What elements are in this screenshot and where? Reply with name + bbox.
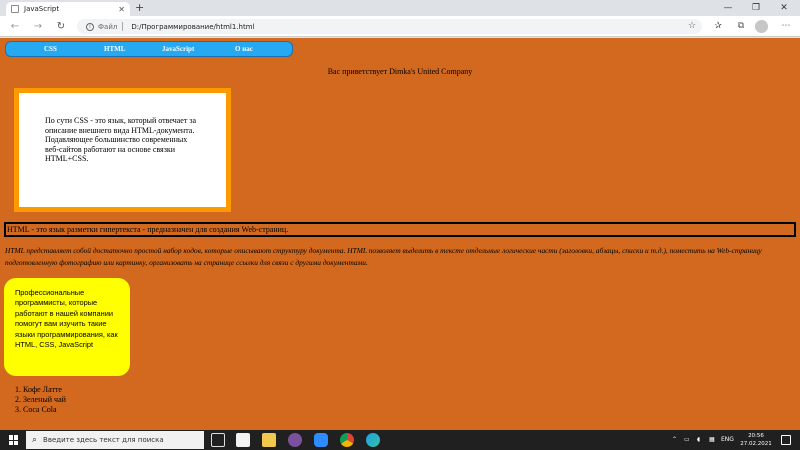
network-icon[interactable]: ▭ xyxy=(684,432,690,448)
edge-icon[interactable] xyxy=(366,433,380,447)
info-icon[interactable]: i xyxy=(86,22,94,31)
programmers-box: Профессиональные программисты, которые р… xyxy=(4,278,130,376)
language-indicator[interactable]: ENG xyxy=(721,432,734,448)
web-page: CSS HTML JavaScript О нас Вас приветству… xyxy=(0,38,800,430)
search-icon: ⌕ xyxy=(32,435,38,445)
favorites-icon[interactable]: ✰ xyxy=(711,20,725,33)
tab-close-icon[interactable]: ✕ xyxy=(118,5,125,14)
maximize-button[interactable]: ❐ xyxy=(744,1,768,15)
clock-date: 27.02.2021 xyxy=(740,441,772,447)
menu-item-css[interactable]: CSS xyxy=(44,42,57,56)
scheme-label: Файл xyxy=(98,22,118,31)
taskbar-search-input[interactable]: ⌕ Введите здесь текст для поиска xyxy=(26,431,204,449)
forward-button[interactable]: → xyxy=(31,20,45,33)
menu-item-about[interactable]: О нас xyxy=(235,42,253,56)
collections-icon[interactable]: ⧉ xyxy=(734,20,748,33)
css-info-box: По сути CSS - это язык, который отвечает… xyxy=(14,88,231,212)
taskbar: ⌕ Введите здесь текст для поиска ⌃ ▭ ◖ ▦… xyxy=(0,430,800,450)
url-text[interactable]: D:/Программирование/html1.html xyxy=(131,23,254,31)
list-item: 3. Coca Cola xyxy=(15,405,57,414)
list-item: 1. Кофе Латте xyxy=(15,385,62,394)
page-icon xyxy=(11,5,19,13)
drinks-list: 1. Кофе Латте 2. Зеленый чай 3. Coca Col… xyxy=(0,385,66,415)
list-item: 2. Зеленый чай xyxy=(15,395,66,404)
keyboard-icon[interactable]: ▦ xyxy=(709,432,715,448)
windows-start-icon[interactable] xyxy=(9,435,19,445)
volume-icon[interactable]: ◖ xyxy=(697,432,700,448)
tab-title: JavaScript xyxy=(24,5,60,13)
store-icon[interactable] xyxy=(236,433,250,447)
profile-icon[interactable] xyxy=(755,20,768,33)
viber-icon[interactable] xyxy=(288,433,302,447)
chrome-icon[interactable] xyxy=(340,433,354,447)
browser-toolbar: ← → ↻ i Файл D:/Программирование/html1.h… xyxy=(0,16,800,37)
explorer-icon[interactable] xyxy=(262,433,276,447)
favorite-add-icon[interactable]: ☆ xyxy=(685,20,699,33)
task-view-icon[interactable] xyxy=(211,433,225,447)
reload-button[interactable]: ↻ xyxy=(54,20,68,33)
html-description: HTML представляет собой достаточно прост… xyxy=(5,246,762,267)
zoom-icon[interactable] xyxy=(314,433,328,447)
close-window-button[interactable]: ✕ xyxy=(772,1,796,15)
tab-javascript[interactable]: JavaScript ✕ xyxy=(6,2,130,16)
search-placeholder: Введите здесь текст для поиска xyxy=(43,436,164,444)
new-tab-button[interactable]: + xyxy=(135,2,144,14)
divider xyxy=(122,22,124,31)
more-icon[interactable]: ⋯ xyxy=(779,20,793,33)
back-button[interactable]: ← xyxy=(8,20,22,33)
clock-time: 20:56 xyxy=(748,433,764,439)
menu-item-javascript[interactable]: JavaScript xyxy=(162,42,194,56)
menu-item-html[interactable]: HTML xyxy=(104,42,125,56)
tab-strip: JavaScript ✕ + — ❐ ✕ xyxy=(0,0,800,16)
tray-chevron-icon[interactable]: ⌃ xyxy=(672,432,677,448)
clock[interactable]: 20:56 27.02.2021 xyxy=(740,432,772,448)
nav-menu: CSS HTML JavaScript О нас xyxy=(5,41,293,57)
notification-icon[interactable] xyxy=(781,435,791,445)
html-info-box: HTML - это язык разметки гипертекста - п… xyxy=(4,222,796,237)
greeting-heading: Вас приветствует Dimka's United Company xyxy=(327,67,473,76)
address-bar[interactable]: i Файл D:/Программирование/html1.html xyxy=(77,19,702,34)
minimize-button[interactable]: — xyxy=(716,1,740,15)
